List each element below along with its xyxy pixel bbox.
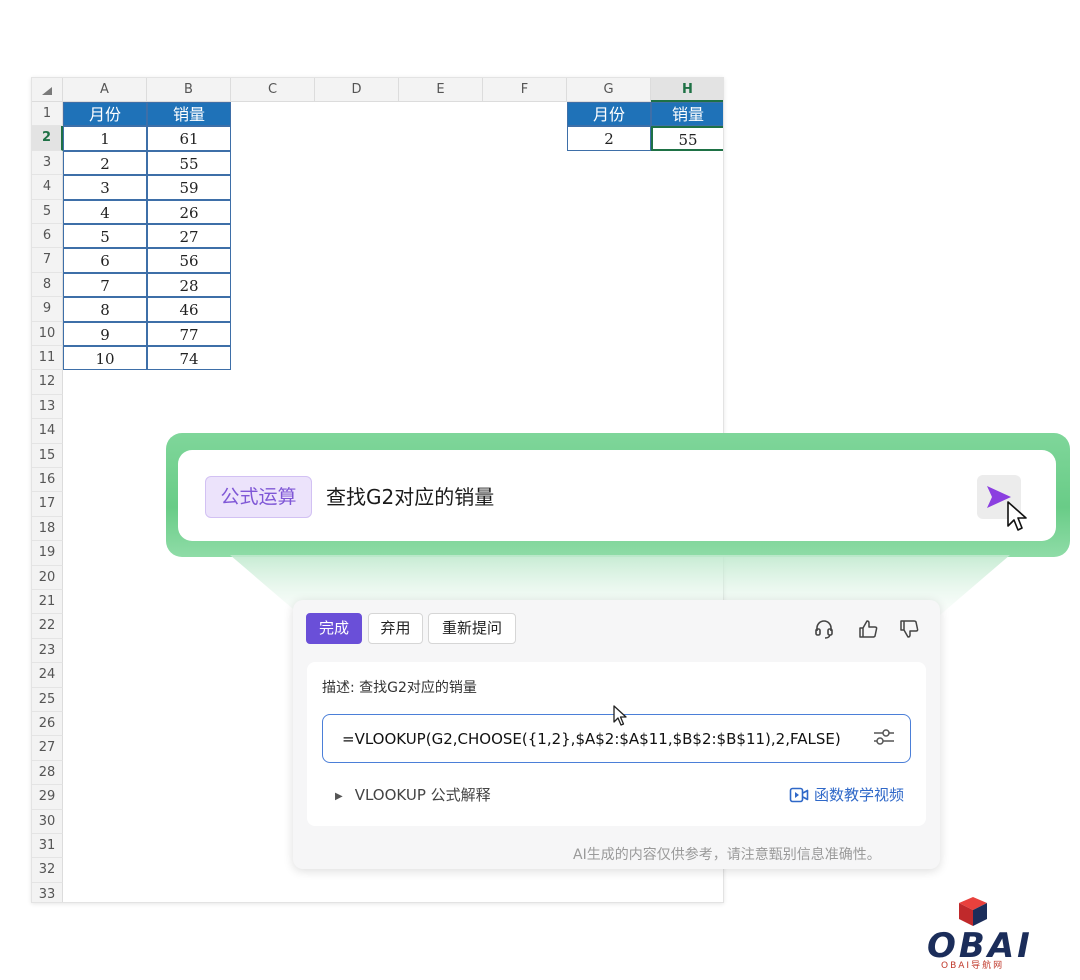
row-header-11[interactable]: 11 xyxy=(32,346,63,371)
table-cell[interactable]: 28 xyxy=(147,272,231,298)
column-header-a[interactable]: A xyxy=(63,78,147,102)
row-header-14[interactable]: 14 xyxy=(32,419,63,444)
row-header-17[interactable]: 17 xyxy=(32,492,63,517)
reask-button[interactable]: 重新提问 xyxy=(428,613,516,644)
headset-icon[interactable] xyxy=(813,618,835,640)
table-cell[interactable]: 7 xyxy=(63,272,147,298)
table-cell[interactable]: 26 xyxy=(147,199,231,224)
table-cell[interactable]: 10 xyxy=(63,346,147,371)
column-header-f[interactable]: F xyxy=(483,78,567,102)
thumbs-up-icon[interactable] xyxy=(857,618,879,640)
row-header-20[interactable]: 20 xyxy=(32,565,63,590)
row-header-24[interactable]: 24 xyxy=(32,663,63,688)
table-cell[interactable]: 46 xyxy=(147,297,231,322)
row-header-23[interactable]: 23 xyxy=(32,638,63,664)
row-header-30[interactable]: 30 xyxy=(32,809,63,834)
row-header-4[interactable]: 4 xyxy=(32,175,63,200)
table-cell[interactable]: 61 xyxy=(147,126,231,151)
table-cell[interactable]: 55 xyxy=(147,150,231,176)
table-cell[interactable]: 9 xyxy=(63,321,147,346)
row-header-15[interactable]: 15 xyxy=(32,443,63,468)
row-header-22[interactable]: 22 xyxy=(32,614,63,639)
table-cell[interactable]: 74 xyxy=(147,346,231,371)
row-header-8[interactable]: 8 xyxy=(32,272,63,298)
row-header-33[interactable]: 33 xyxy=(32,882,63,902)
expand-triangle-icon: ▶ xyxy=(335,791,343,802)
table-cell[interactable]: 8 xyxy=(63,297,147,322)
row-header-6[interactable]: 6 xyxy=(32,224,63,249)
row-header-18[interactable]: 18 xyxy=(32,516,63,542)
done-button[interactable]: 完成 xyxy=(306,613,362,644)
row-header-28[interactable]: 28 xyxy=(32,760,63,786)
column-header-g[interactable]: G xyxy=(567,78,651,102)
row-header-29[interactable]: 29 xyxy=(32,785,63,810)
discard-button[interactable]: 弃用 xyxy=(368,613,423,644)
lookup-header-cell[interactable]: 销量 xyxy=(651,102,723,127)
mouse-cursor-icon xyxy=(1007,501,1027,531)
row-header-26[interactable]: 26 xyxy=(32,712,63,737)
row-header-31[interactable]: 31 xyxy=(32,834,63,859)
formula-explanation-toggle[interactable]: ▶ VLOOKUP 公式解释 xyxy=(335,784,491,809)
column-header-b[interactable]: B xyxy=(147,78,231,102)
column-header-d[interactable]: D xyxy=(315,78,399,102)
table-cell[interactable]: 59 xyxy=(147,175,231,200)
thumbs-down-icon[interactable] xyxy=(898,618,920,640)
table-cell[interactable]: 4 xyxy=(63,199,147,224)
row-header-13[interactable]: 13 xyxy=(32,394,63,420)
table-cell[interactable]: 77 xyxy=(147,321,231,346)
row-header-3[interactable]: 3 xyxy=(32,150,63,176)
select-all-corner[interactable] xyxy=(32,78,63,102)
table-cell[interactable]: 6 xyxy=(63,248,147,273)
row-header-32[interactable]: 32 xyxy=(32,858,63,883)
row-header-2[interactable]: 2 xyxy=(32,126,63,151)
table-cell[interactable]: 2 xyxy=(63,150,147,176)
table-header-cell[interactable]: 月份 xyxy=(63,102,147,127)
prompt-input[interactable]: 查找G2对应的销量 xyxy=(326,482,494,512)
row-header-10[interactable]: 10 xyxy=(32,321,63,346)
table-cell[interactable]: 1 xyxy=(63,126,147,151)
text-cursor-icon xyxy=(613,705,627,726)
row-header-21[interactable]: 21 xyxy=(32,590,63,615)
table-cell[interactable]: 3 xyxy=(63,175,147,200)
row-header-16[interactable]: 16 xyxy=(32,468,63,493)
formula-text[interactable]: =VLOOKUP(G2,CHOOSE({1,2},$A$2:$A$11,$B$2… xyxy=(342,727,841,751)
row-header-27[interactable]: 27 xyxy=(32,736,63,761)
settings-sliders-icon[interactable] xyxy=(871,725,897,749)
video-icon xyxy=(789,787,809,803)
disclaimer-text: AI生成的内容仅供参考，请注意甄别信息准确性。 xyxy=(573,847,881,863)
row-header-12[interactable]: 12 xyxy=(32,370,63,395)
tutorial-video-link[interactable]: 函数教学视频 xyxy=(789,784,904,806)
column-header-e[interactable]: E xyxy=(399,78,483,102)
triangle-icon xyxy=(42,87,52,95)
logo-subtitle: OBAI导航网 xyxy=(941,961,1005,971)
lookup-header-cell[interactable]: 月份 xyxy=(567,102,651,127)
column-header-c[interactable]: C xyxy=(231,78,315,102)
active-cell-h2[interactable]: 55 xyxy=(651,126,723,151)
row-header-7[interactable]: 7 xyxy=(32,248,63,273)
row-header-19[interactable]: 19 xyxy=(32,541,63,566)
logo-wordmark: OBAI xyxy=(927,926,1033,966)
formula-mode-tag[interactable]: 公式运算 xyxy=(205,476,312,518)
row-header-5[interactable]: 5 xyxy=(32,199,63,224)
table-cell[interactable]: 56 xyxy=(147,248,231,273)
row-header-9[interactable]: 9 xyxy=(32,297,63,322)
table-cell[interactable]: 5 xyxy=(63,224,147,249)
column-header-h[interactable]: H xyxy=(651,78,723,102)
table-cell[interactable]: 27 xyxy=(147,224,231,249)
description-text: 描述: 查找G2对应的销量 xyxy=(322,680,477,696)
row-header-25[interactable]: 25 xyxy=(32,687,63,712)
lookup-cell[interactable]: 2 xyxy=(567,126,651,151)
table-header-cell[interactable]: 销量 xyxy=(147,102,231,127)
row-header-1[interactable]: 1 xyxy=(32,102,63,127)
